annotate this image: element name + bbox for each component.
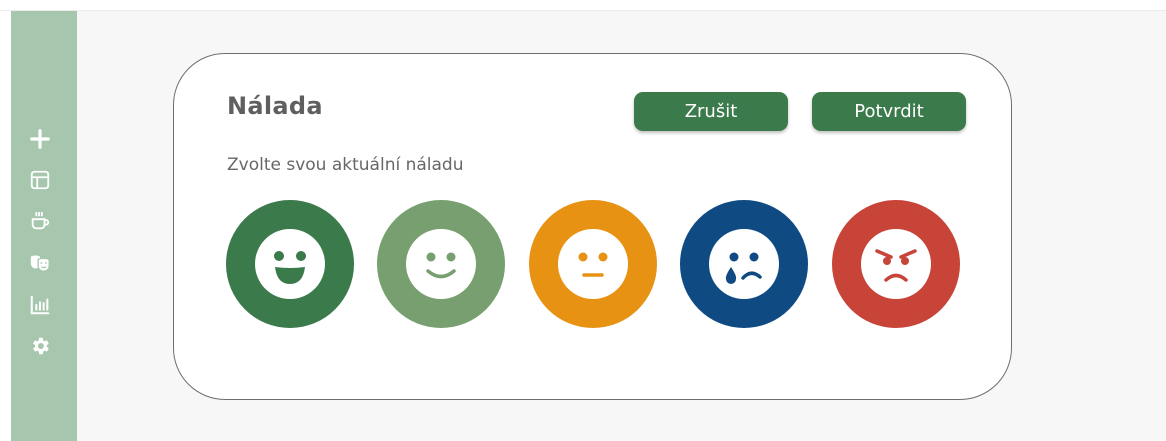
cancel-button[interactable]: Zrušit: [634, 92, 788, 131]
mood-option-sad[interactable]: [680, 200, 808, 328]
dialog-title: Nálada: [227, 92, 323, 120]
bar-chart-icon[interactable]: [28, 293, 52, 317]
left-gap: [0, 11, 11, 441]
gear-icon[interactable]: [28, 334, 52, 358]
coffee-cup-icon[interactable]: [28, 209, 52, 233]
crying-face-icon: [709, 229, 779, 299]
theater-masks-icon[interactable]: [28, 251, 52, 275]
neutral-face-icon: [558, 229, 628, 299]
mood-option-angry[interactable]: [832, 200, 960, 328]
top-strip: [0, 0, 1166, 11]
angry-face-icon: [861, 229, 931, 299]
mood-option-neutral[interactable]: [529, 200, 657, 328]
dialog-subtitle: Zvolte svou aktuální náladu: [227, 155, 464, 175]
smile-face-icon: [406, 229, 476, 299]
plus-icon[interactable]: [28, 127, 52, 151]
mood-option-happy[interactable]: [377, 200, 505, 328]
layout-icon[interactable]: [28, 168, 52, 192]
mood-option-very-happy[interactable]: [226, 200, 354, 328]
confirm-button[interactable]: Potvrdit: [812, 92, 966, 131]
grin-face-icon: [255, 229, 325, 299]
sidebar: [11, 11, 77, 441]
mood-dialog: Nálada Zrušit Potvrdit Zvolte svou aktuá…: [173, 53, 1012, 400]
